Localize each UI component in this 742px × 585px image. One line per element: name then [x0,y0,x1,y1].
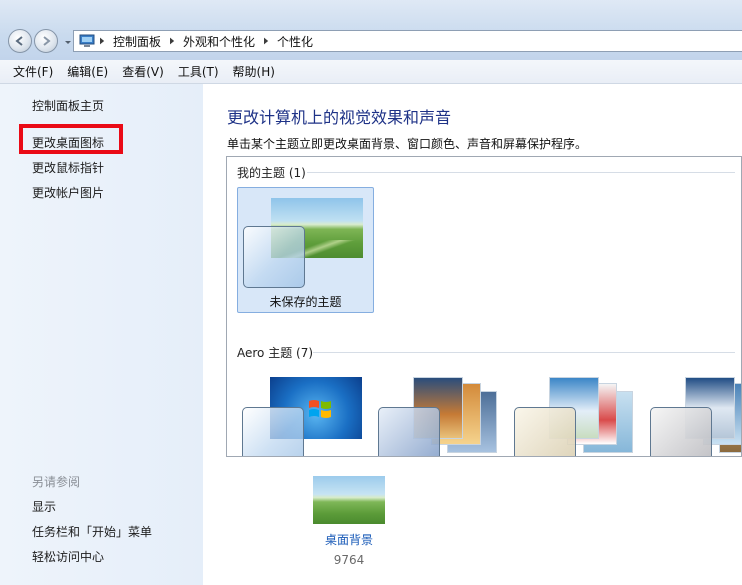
theme-list[interactable]: 我的主题 (1) 未保存的主题 Aero 主题 (7) [226,156,742,457]
aero-theme-landscapes[interactable] [645,377,741,456]
window-color-swatch [378,407,440,456]
desktop-background-thumbnail[interactable] [313,476,385,524]
breadcrumb-separator-icon[interactable] [95,37,109,45]
menu-view[interactable]: 查看(V) [115,63,171,80]
menu-help[interactable]: 帮助(H) [226,63,282,80]
breadcrumb-appearance[interactable]: 外观和个性化 [179,33,259,50]
control-panel-home-link[interactable]: 控制面板主页 [32,97,104,114]
address-bar[interactable]: 控制面板 外观和个性化 个性化 [73,30,742,52]
forward-button[interactable] [34,29,58,53]
ease-of-access-link[interactable]: 轻松访问中心 [32,548,104,565]
aero-theme-windows7[interactable] [237,377,362,456]
breadcrumb-separator-icon[interactable] [259,37,273,45]
window-color-swatch [243,226,305,288]
page-title: 更改计算机上的视觉效果和声音 [227,108,452,127]
menu-file[interactable]: 文件(F) [6,63,60,80]
breadcrumb-separator-icon[interactable] [165,37,179,45]
breadcrumb-control-panel[interactable]: 控制面板 [109,33,165,50]
window-color-swatch [242,407,304,456]
breadcrumb-personalization[interactable]: 个性化 [273,33,317,50]
back-button[interactable] [8,29,32,53]
menu-tools[interactable]: 工具(T) [171,63,226,80]
window-color-swatch [650,407,712,456]
desktop-background-value: 9764 [333,553,365,567]
navigation-bar: 控制面板 外观和个性化 个性化 [0,0,742,60]
back-arrow-icon [15,36,23,46]
chevron-down-icon [65,41,71,44]
group-divider [307,172,735,173]
desktop-background-link[interactable]: 桌面背景 [313,531,385,548]
menu-bar: 文件(F) 编辑(E) 查看(V) 工具(T) 帮助(H) [0,60,742,84]
menu-edit[interactable]: 编辑(E) [60,63,115,80]
aero-theme-architecture[interactable] [373,377,497,456]
unsaved-theme-item[interactable]: 未保存的主题 [237,187,374,313]
my-themes-label: 我的主题 (1) [237,166,306,180]
group-divider [313,352,735,353]
windows-logo-icon [309,400,331,418]
change-mouse-pointers-link[interactable]: 更改鼠标指针 [32,159,104,176]
display-link[interactable]: 显示 [32,498,56,515]
recent-pages-dropdown[interactable] [64,38,72,46]
aero-theme-characters[interactable] [509,377,633,456]
taskbar-start-menu-link[interactable]: 任务栏和「开始」菜单 [32,523,152,540]
theme-name-label: 未保存的主题 [269,295,342,309]
window-color-swatch [514,407,576,456]
aero-themes-label: Aero 主题 (7) [237,346,314,360]
forward-arrow-icon [43,36,51,46]
red-highlight-box [19,124,123,154]
see-also-heading: 另请参阅 [32,475,81,489]
change-account-picture-link[interactable]: 更改帐户图片 [32,184,104,201]
page-description: 单击某个主题立即更改桌面背景、窗口颜色、声音和屏幕保护程序。 [227,137,588,151]
control-panel-icon [79,34,95,48]
